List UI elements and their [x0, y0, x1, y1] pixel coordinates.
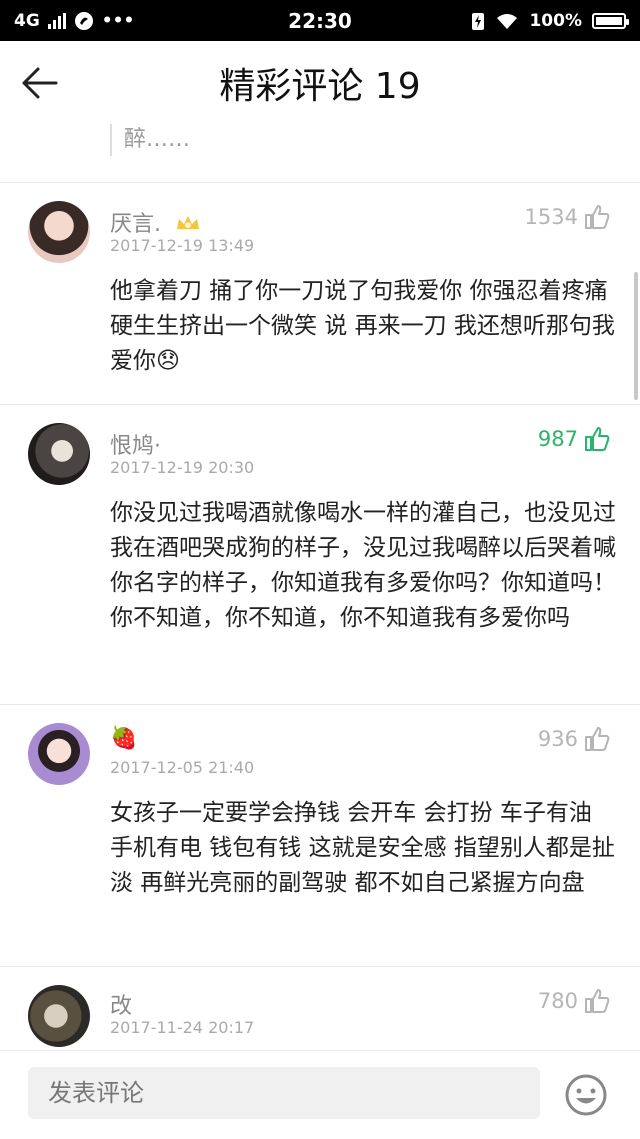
divider: [0, 704, 640, 705]
avatar[interactable]: [28, 985, 90, 1047]
thumbs-up-icon: [585, 205, 610, 229]
divider: [0, 182, 640, 183]
comment-date: 2017-12-19 20:30: [110, 458, 255, 477]
avatar[interactable]: [28, 723, 90, 785]
comment-text: 女孩子一定要学会挣钱 会开车 会打扮 车子有油 手机有电 钱包有钱 这就是安全感…: [110, 800, 615, 896]
thumbs-up-icon: [585, 727, 610, 751]
like-button[interactable]: 780: [538, 988, 610, 1014]
status-right: 100%: [471, 0, 629, 41]
like-count: 780: [537, 989, 578, 1013]
thumbs-up-icon: [585, 427, 610, 451]
divider: [0, 966, 640, 967]
like-button[interactable]: 1534: [525, 204, 610, 230]
comment-date: 2017-12-05 21:40: [110, 758, 255, 777]
emoji-icon[interactable]: [564, 1073, 608, 1117]
avatar[interactable]: [28, 423, 90, 485]
like-button[interactable]: 936: [538, 726, 610, 752]
comment-date: 2017-12-19 13:49: [110, 236, 255, 255]
charging-icon: [472, 12, 485, 30]
battery-percent: 100%: [529, 10, 582, 31]
comment-text: 他拿着刀 捅了你一刀说了句我爱你 你强忍着疼痛硬生生挤出一个微笑 说 再来一刀 …: [110, 278, 615, 374]
like-count: 1534: [524, 205, 578, 229]
like-button[interactable]: 987: [538, 426, 610, 452]
divider: [0, 404, 640, 405]
comment-author[interactable]: 恨鸠·: [110, 428, 161, 460]
comment-author[interactable]: 厌言.: [110, 206, 202, 238]
comment-author[interactable]: 🍓: [110, 726, 137, 751]
comment-text: 你没见过我喝酒就像喝水一样的灌自己，也没见过我在酒吧哭成狗的样子，没见过我喝醉以…: [110, 500, 616, 631]
avatar[interactable]: [28, 201, 90, 263]
bottom-bar: [0, 1050, 640, 1139]
thumbs-up-icon: [585, 989, 610, 1013]
wifi-icon: [497, 13, 518, 29]
battery-icon: [592, 12, 629, 29]
status-bar: 4G ••• 22:30 100%: [0, 0, 640, 41]
quoted-reply: 醉……: [110, 124, 190, 156]
comment-input[interactable]: [28, 1067, 540, 1119]
like-count: 987: [537, 427, 578, 451]
comment-author[interactable]: 改: [110, 988, 132, 1020]
like-count: 936: [537, 727, 578, 751]
header: 精彩评论 19: [0, 41, 640, 123]
vip-crown-icon: [177, 216, 199, 229]
scrollbar[interactable]: [634, 272, 638, 400]
page-title: 精彩评论 19: [219, 66, 421, 107]
comment-date: 2017-11-24 20:17: [110, 1018, 255, 1037]
